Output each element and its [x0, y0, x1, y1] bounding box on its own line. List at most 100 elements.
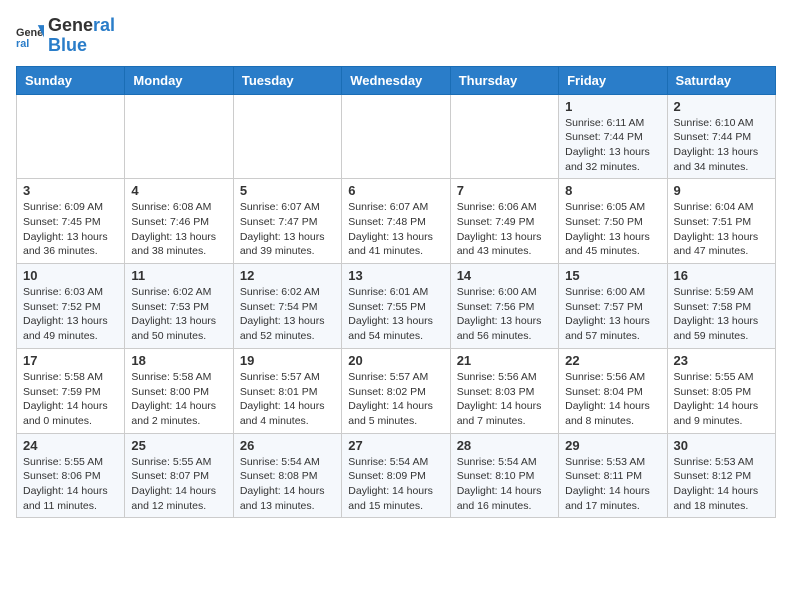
calendar-day-header: Monday — [125, 66, 233, 94]
calendar-cell — [342, 94, 450, 179]
day-info: Sunrise: 6:03 AM Sunset: 7:52 PM Dayligh… — [23, 285, 118, 344]
day-info: Sunrise: 6:02 AM Sunset: 7:54 PM Dayligh… — [240, 285, 335, 344]
calendar-cell: 29 Sunrise: 5:53 AM Sunset: 8:11 PM Dayli… — [559, 433, 667, 518]
day-info: Sunrise: 6:00 AM Sunset: 7:57 PM Dayligh… — [565, 285, 660, 344]
calendar-cell — [233, 94, 341, 179]
day-number: 23 — [674, 353, 769, 368]
calendar-week-row: 3 Sunrise: 6:09 AM Sunset: 7:45 PM Daylig… — [17, 179, 776, 264]
day-number: 25 — [131, 438, 226, 453]
calendar-cell: 8 Sunrise: 6:05 AM Sunset: 7:50 PM Daylig… — [559, 179, 667, 264]
day-info: Sunrise: 5:55 AM Sunset: 8:06 PM Dayligh… — [23, 455, 118, 514]
day-number: 19 — [240, 353, 335, 368]
day-info: Sunrise: 5:55 AM Sunset: 8:05 PM Dayligh… — [674, 370, 769, 429]
calendar-cell: 27Sunrise: 5:54 AM Sunset: 8:09 PM Dayli… — [342, 433, 450, 518]
day-number: 13 — [348, 268, 443, 283]
day-info: Sunrise: 5:56 AM Sunset: 8:04 PM Dayligh… — [565, 370, 660, 429]
day-number: 22 — [565, 353, 660, 368]
day-number: 15 — [565, 268, 660, 283]
calendar-day-header: Sunday — [17, 66, 125, 94]
calendar-cell: 17 Sunrise: 5:58 AM Sunset: 7:59 PM Dayli… — [17, 348, 125, 433]
calendar-cell: 23 Sunrise: 5:55 AM Sunset: 8:05 PM Dayli… — [667, 348, 775, 433]
day-info: Sunrise: 6:11 AM Sunset: 7:44 PM Dayligh… — [565, 116, 660, 175]
calendar-cell: 19 Sunrise: 5:57 AM Sunset: 8:01 PM Dayli… — [233, 348, 341, 433]
calendar-day-header: Tuesday — [233, 66, 341, 94]
day-number: 11 — [131, 268, 226, 283]
calendar-cell — [17, 94, 125, 179]
calendar-day-header: Wednesday — [342, 66, 450, 94]
calendar-week-row: 1 Sunrise: 6:11 AM Sunset: 7:44 PM Daylig… — [17, 94, 776, 179]
calendar-cell: 10 Sunrise: 6:03 AM Sunset: 7:52 PM Dayli… — [17, 264, 125, 349]
calendar-header-row: SundayMondayTuesdayWednesdayThursdayFrid… — [17, 66, 776, 94]
day-info: Sunrise: 6:07 AM Sunset: 7:47 PM Dayligh… — [240, 200, 335, 259]
calendar-cell: 11 Sunrise: 6:02 AM Sunset: 7:53 PM Dayli… — [125, 264, 233, 349]
calendar-cell: 7 Sunrise: 6:06 AM Sunset: 7:49 PM Daylig… — [450, 179, 558, 264]
day-number: 3 — [23, 183, 118, 198]
day-info: Sunrise: 6:10 AM Sunset: 7:44 PM Dayligh… — [674, 116, 769, 175]
calendar-cell — [125, 94, 233, 179]
day-info: Sunrise: 5:57 AM Sunset: 8:01 PM Dayligh… — [240, 370, 335, 429]
day-number: 5 — [240, 183, 335, 198]
day-number: 8 — [565, 183, 660, 198]
day-number: 17 — [23, 353, 118, 368]
calendar-cell: 12 Sunrise: 6:02 AM Sunset: 7:54 PM Dayli… — [233, 264, 341, 349]
day-info: Sunrise: 6:04 AM Sunset: 7:51 PM Dayligh… — [674, 200, 769, 259]
day-info: Sunrise: 6:08 AM Sunset: 7:46 PM Dayligh… — [131, 200, 226, 259]
day-info: Sunrise: 5:58 AM Sunset: 7:59 PM Dayligh… — [23, 370, 118, 429]
calendar-cell: 16Sunrise: 5:59 AM Sunset: 7:58 PM Dayli… — [667, 264, 775, 349]
calendar-cell: 18 Sunrise: 5:58 AM Sunset: 8:00 PM Dayli… — [125, 348, 233, 433]
logo-icon: Gene ral — [16, 22, 44, 50]
day-number: 16 — [674, 268, 769, 283]
calendar-cell: 26 Sunrise: 5:54 AM Sunset: 8:08 PM Dayli… — [233, 433, 341, 518]
calendar-day-header: Thursday — [450, 66, 558, 94]
day-info: Sunrise: 6:06 AM Sunset: 7:49 PM Dayligh… — [457, 200, 552, 259]
day-number: 28 — [457, 438, 552, 453]
logo: Gene ral General Blue — [16, 16, 115, 56]
calendar-cell: 13 Sunrise: 6:01 AM Sunset: 7:55 PM Dayli… — [342, 264, 450, 349]
day-number: 29 — [565, 438, 660, 453]
page-header: Gene ral General Blue — [16, 16, 776, 56]
day-info: Sunrise: 5:56 AM Sunset: 8:03 PM Dayligh… — [457, 370, 552, 429]
day-number: 30 — [674, 438, 769, 453]
calendar-week-row: 24 Sunrise: 5:55 AM Sunset: 8:06 PM Dayli… — [17, 433, 776, 518]
day-info: Sunrise: 5:54 AM Sunset: 8:10 PM Dayligh… — [457, 455, 552, 514]
calendar-cell — [450, 94, 558, 179]
day-number: 6 — [348, 183, 443, 198]
day-number: 12 — [240, 268, 335, 283]
calendar-table: SundayMondayTuesdayWednesdayThursdayFrid… — [16, 66, 776, 519]
svg-text:ral: ral — [16, 38, 29, 50]
day-number: 10 — [23, 268, 118, 283]
day-number: 20 — [348, 353, 443, 368]
day-number: 18 — [131, 353, 226, 368]
calendar-cell: 3 Sunrise: 6:09 AM Sunset: 7:45 PM Daylig… — [17, 179, 125, 264]
calendar-cell: 28 Sunrise: 5:54 AM Sunset: 8:10 PM Dayli… — [450, 433, 558, 518]
day-info: Sunrise: 5:54 AM Sunset: 8:09 PM Dayligh… — [348, 455, 443, 514]
day-info: Sunrise: 5:54 AM Sunset: 8:08 PM Dayligh… — [240, 455, 335, 514]
day-info: Sunrise: 6:07 AM Sunset: 7:48 PM Dayligh… — [348, 200, 443, 259]
day-number: 24 — [23, 438, 118, 453]
day-info: Sunrise: 5:53 AM Sunset: 8:12 PM Dayligh… — [674, 455, 769, 514]
calendar-cell: 6 Sunrise: 6:07 AM Sunset: 7:48 PM Daylig… — [342, 179, 450, 264]
day-info: Sunrise: 6:02 AM Sunset: 7:53 PM Dayligh… — [131, 285, 226, 344]
day-info: Sunrise: 5:57 AM Sunset: 8:02 PM Dayligh… — [348, 370, 443, 429]
logo-text: General Blue — [48, 16, 115, 56]
day-number: 14 — [457, 268, 552, 283]
calendar-cell: 1 Sunrise: 6:11 AM Sunset: 7:44 PM Daylig… — [559, 94, 667, 179]
day-info: Sunrise: 5:58 AM Sunset: 8:00 PM Dayligh… — [131, 370, 226, 429]
day-info: Sunrise: 6:01 AM Sunset: 7:55 PM Dayligh… — [348, 285, 443, 344]
calendar-week-row: 17 Sunrise: 5:58 AM Sunset: 7:59 PM Dayli… — [17, 348, 776, 433]
day-number: 9 — [674, 183, 769, 198]
day-number: 7 — [457, 183, 552, 198]
day-info: Sunrise: 6:05 AM Sunset: 7:50 PM Dayligh… — [565, 200, 660, 259]
day-info: Sunrise: 5:55 AM Sunset: 8:07 PM Dayligh… — [131, 455, 226, 514]
day-number: 21 — [457, 353, 552, 368]
day-info: Sunrise: 5:53 AM Sunset: 8:11 PM Dayligh… — [565, 455, 660, 514]
day-number: 26 — [240, 438, 335, 453]
calendar-day-header: Friday — [559, 66, 667, 94]
day-info: Sunrise: 6:09 AM Sunset: 7:45 PM Dayligh… — [23, 200, 118, 259]
calendar-day-header: Saturday — [667, 66, 775, 94]
day-info: Sunrise: 6:00 AM Sunset: 7:56 PM Dayligh… — [457, 285, 552, 344]
calendar-cell: 30 Sunrise: 5:53 AM Sunset: 8:12 PM Dayli… — [667, 433, 775, 518]
calendar-cell: 21 Sunrise: 5:56 AM Sunset: 8:03 PM Dayli… — [450, 348, 558, 433]
calendar-cell: 9 Sunrise: 6:04 AM Sunset: 7:51 PM Daylig… — [667, 179, 775, 264]
day-number: 1 — [565, 99, 660, 114]
